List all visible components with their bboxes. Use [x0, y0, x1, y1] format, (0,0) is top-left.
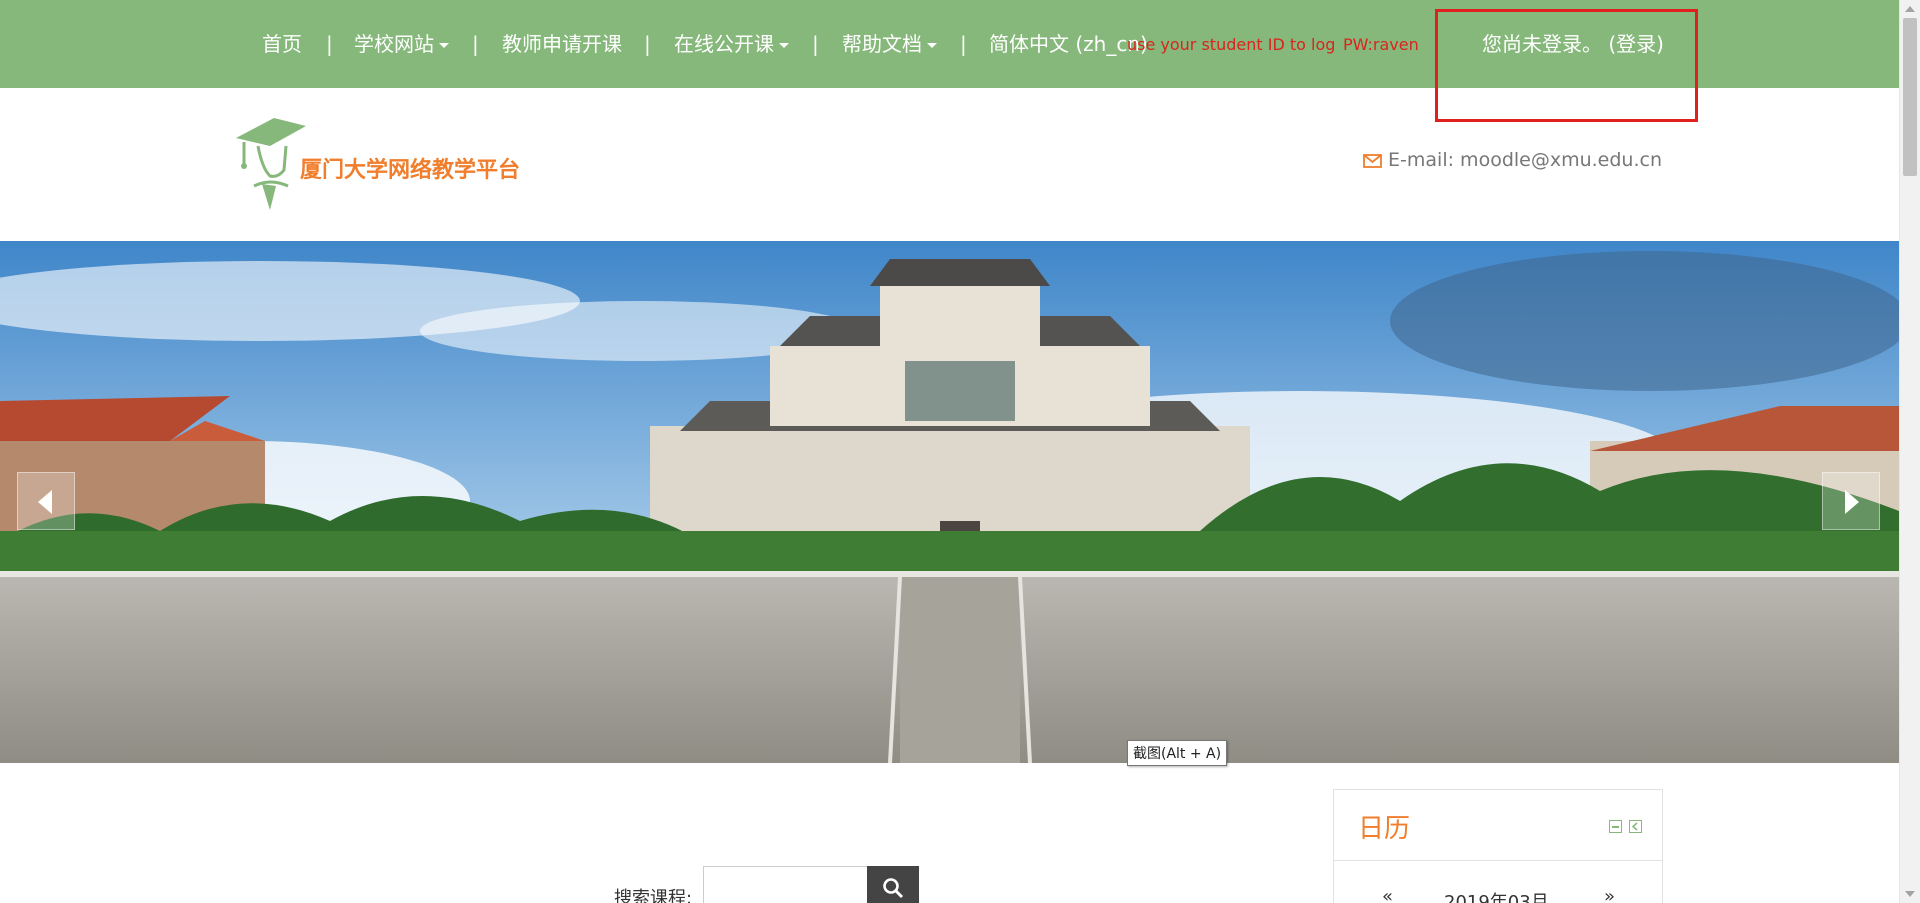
- page-scrollbar[interactable]: [1899, 0, 1920, 903]
- search-icon: [883, 878, 904, 899]
- divider: [1334, 860, 1662, 861]
- collapse-block-icon[interactable]: [1608, 820, 1622, 833]
- search-courses-input[interactable]: [703, 866, 868, 903]
- site-name: 厦门大学网络教学平台: [300, 158, 521, 183]
- student-id-note: use your student ID to log: [1127, 35, 1336, 54]
- scroll-down-arrow-icon[interactable]: [1905, 891, 1915, 897]
- carousel-next-button[interactable]: [1822, 472, 1880, 530]
- annotation-highlight-box: [1435, 9, 1698, 122]
- calendar-title: 日历: [1358, 814, 1411, 844]
- scroll-up-arrow-icon[interactable]: [1905, 6, 1915, 12]
- contact-email[interactable]: E-mail: moodle@xmu.edu.cn: [1363, 149, 1662, 171]
- dock-block-icon[interactable]: [1629, 820, 1642, 833]
- chevron-down-icon: [927, 43, 937, 48]
- carousel-prev-button[interactable]: [17, 472, 75, 530]
- calendar-prev-month[interactable]: «: [1382, 886, 1393, 903]
- chevron-right-icon: [1845, 490, 1859, 514]
- screenshot-tooltip: 截图(Alt + A): [1127, 740, 1228, 766]
- nav-separator: |: [326, 32, 333, 56]
- envelope-icon: [1363, 153, 1382, 168]
- scroll-thumb[interactable]: [1903, 18, 1917, 176]
- calendar-block: 日历 « 2019年03月 »: [1333, 789, 1663, 903]
- nav-separator: |: [644, 32, 651, 56]
- nav-help-docs[interactable]: 帮助文档: [842, 31, 937, 57]
- nav-separator: |: [812, 32, 819, 56]
- chevron-down-icon: [779, 43, 789, 48]
- calendar-next-month[interactable]: »: [1604, 886, 1615, 903]
- block-controls: [1607, 818, 1642, 837]
- nav-language[interactable]: 简体中文 (zh_cn): [989, 31, 1148, 57]
- hero-banner-image: [0, 241, 1899, 763]
- password-note: PW:raven: [1343, 35, 1419, 54]
- nav-teacher-apply-course[interactable]: 教师申请开课: [502, 31, 622, 57]
- chevron-down-icon: [439, 43, 449, 48]
- nav-school-sites[interactable]: 学校网站: [354, 31, 449, 57]
- nav-open-courses[interactable]: 在线公开课: [674, 31, 789, 57]
- nav-separator: |: [960, 32, 967, 56]
- page: 首页 | 学校网站 | 教师申请开课 | 在线公开课 | 帮助文档 | 简体中文…: [0, 0, 1920, 903]
- calendar-month: 2019年03月: [1444, 892, 1549, 903]
- nav-separator: |: [472, 32, 479, 56]
- chevron-left-icon: [38, 490, 52, 514]
- search-courses-label: 搜索课程:: [614, 888, 693, 903]
- nav-home[interactable]: 首页: [262, 31, 302, 57]
- search-button[interactable]: [867, 866, 919, 903]
